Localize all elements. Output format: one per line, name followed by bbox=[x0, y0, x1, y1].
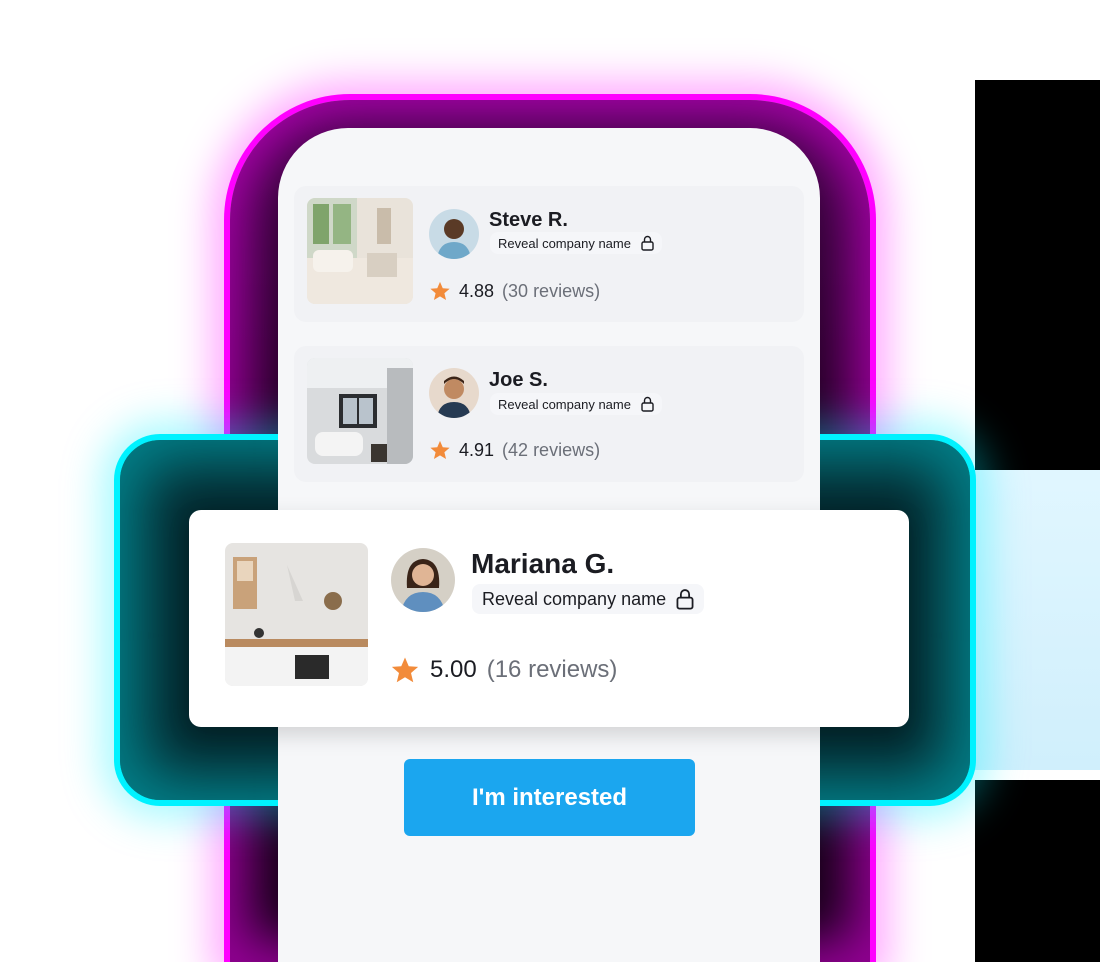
avatar bbox=[429, 368, 479, 418]
reveal-label: Reveal company name bbox=[498, 396, 631, 412]
avatar bbox=[429, 209, 479, 259]
rating: 4.88 (30 reviews) bbox=[429, 280, 600, 302]
star-icon bbox=[430, 440, 450, 459]
contractor-name: Joe S. bbox=[489, 369, 548, 391]
contractor-name: Mariana G. bbox=[471, 548, 615, 579]
star-icon bbox=[430, 281, 450, 300]
reveal-label: Reveal company name bbox=[482, 588, 667, 609]
background-dark-panel-bottom bbox=[975, 780, 1100, 962]
rating-value: 4.91 bbox=[459, 439, 495, 460]
project-photo bbox=[225, 543, 368, 686]
reveal-label: Reveal company name bbox=[498, 235, 631, 251]
background-cyan-panel bbox=[975, 470, 1100, 770]
rating-value: 5.00 bbox=[430, 656, 477, 683]
rating-value: 4.88 bbox=[459, 280, 495, 301]
reveal-company-button[interactable]: Reveal company name bbox=[472, 584, 705, 614]
project-photo bbox=[307, 198, 413, 304]
star-icon bbox=[391, 657, 419, 683]
rating: 4.91 (42 reviews) bbox=[429, 439, 600, 461]
interested-button[interactable]: I'm interested bbox=[404, 759, 695, 836]
review-count: (42 reviews) bbox=[502, 439, 601, 460]
lock-icon bbox=[641, 396, 654, 412]
lock-icon bbox=[641, 235, 654, 251]
background-dark-panel bbox=[975, 80, 1100, 470]
rating: 5.00 (16 reviews) bbox=[390, 655, 617, 685]
review-count: (30 reviews) bbox=[502, 280, 601, 301]
reveal-company-button[interactable]: Reveal company name bbox=[490, 393, 662, 415]
reveal-company-button[interactable]: Reveal company name bbox=[490, 232, 662, 254]
lock-icon bbox=[676, 589, 694, 610]
review-count: (16 reviews) bbox=[486, 656, 618, 683]
contractor-name: Steve R. bbox=[489, 209, 568, 231]
project-photo bbox=[307, 358, 413, 464]
avatar bbox=[391, 548, 455, 612]
